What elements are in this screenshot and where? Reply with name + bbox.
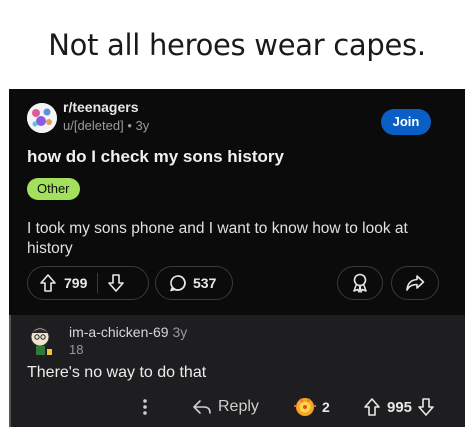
comment-text: There's no way to do that [27, 364, 207, 381]
share-button[interactable] [391, 266, 439, 300]
reply-arrow-icon [193, 400, 211, 414]
comment-action-bar: Reply 2 995 [9, 393, 465, 421]
post-action-bar: 799 537 [27, 266, 447, 300]
upvote-count: 799 [64, 275, 88, 291]
award-count: 2 [322, 399, 330, 415]
comment-username[interactable]: im-a-chicken-69 [69, 324, 169, 340]
user-avatar-icon[interactable] [27, 325, 57, 359]
award-button[interactable] [337, 266, 383, 300]
comments-button[interactable]: 537 [155, 266, 233, 300]
subreddit-name[interactable]: r/teenagers [63, 99, 138, 115]
reply-button[interactable]: Reply [192, 395, 259, 419]
comment-author-line: im-a-chicken-69 3y [69, 324, 187, 340]
meta-separator: • [127, 118, 136, 133]
post-title[interactable]: how do I check my sons history [27, 147, 284, 167]
gold-award-icon [294, 398, 316, 416]
join-button[interactable]: Join [381, 109, 431, 135]
vote-control: 799 [27, 266, 149, 300]
comment-vote-count: 995 [387, 398, 413, 416]
comment-age: 3y [172, 324, 188, 340]
comment-karma: 18 [69, 342, 84, 357]
comment: im-a-chicken-69 3y 18 There's no way to … [9, 315, 465, 427]
post-meta: u/[deleted] • 3y [63, 118, 149, 133]
post-flair[interactable]: Other [27, 178, 80, 200]
arrow-up-icon[interactable] [40, 274, 56, 292]
post-body: I took my sons phone and I want to know … [27, 220, 408, 257]
vote-divider [97, 273, 99, 293]
comment-award[interactable]: 2 [290, 394, 330, 420]
subreddit-avatar-icon[interactable] [27, 103, 57, 133]
arrow-up-icon[interactable] [364, 398, 380, 416]
comment-count: 537 [193, 275, 217, 291]
arrow-down-icon[interactable] [418, 398, 434, 416]
award-icon [351, 273, 369, 293]
comment-bubble-icon [169, 274, 187, 292]
meme-caption: Not all heroes wear capes. [48, 28, 426, 62]
post-age: 3y [135, 118, 150, 133]
reply-label: Reply [218, 398, 259, 415]
post-author[interactable]: u/[deleted] [63, 118, 124, 133]
post-header: r/teenagers u/[deleted] • 3y Join [27, 97, 447, 137]
comment-vote-control: 995 [364, 395, 434, 419]
more-dots-icon[interactable] [137, 395, 153, 419]
reddit-post: r/teenagers u/[deleted] • 3y Join how do… [9, 89, 465, 315]
arrow-down-icon[interactable] [108, 274, 125, 292]
share-icon [405, 274, 425, 292]
